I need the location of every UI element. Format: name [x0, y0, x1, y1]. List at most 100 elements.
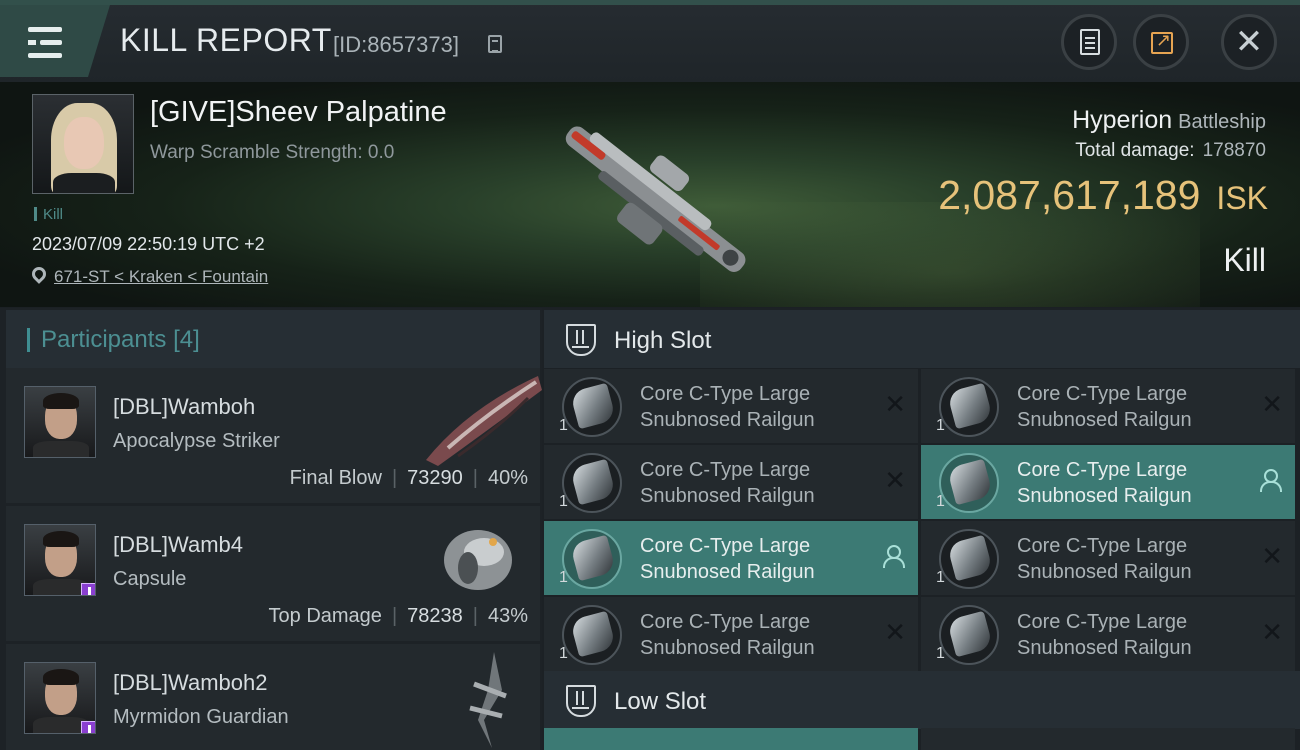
menu-button[interactable] [0, 5, 110, 77]
victim-ship-image [565, 126, 746, 272]
isk-amount: 2,087,617,189 [938, 172, 1201, 218]
participant-name[interactable]: [DBL]Wamboh [113, 394, 255, 420]
item-name: Core C-Type Large Snubnosed Railgun [640, 535, 815, 583]
destroyed-icon: ✕ [884, 466, 906, 496]
participant-ship: Apocalypse Striker [113, 430, 280, 452]
ship-name[interactable]: Hyperion [1072, 106, 1172, 134]
low-slot-label: Low Slot [614, 688, 707, 715]
share-icon [1151, 30, 1173, 54]
total-damage-value: 178870 [1202, 140, 1266, 161]
slot-item[interactable]: 1 Core C-Type Large Snubnosed Railgun [921, 445, 1295, 519]
item-name: Core C-Type Large Snubnosed Railgun [1017, 535, 1192, 583]
item-quantity: 1 [559, 493, 568, 510]
kill-datetime: 2023/07/09 22:50:19 UTC +2 [32, 234, 265, 254]
participants-panel: Participants [4] [DBL]Wamboh Apocalypse … [0, 308, 542, 750]
item-quantity: 1 [936, 569, 945, 586]
item-name: Core C-Type Large Snubnosed Railgun [1017, 459, 1192, 507]
low-slot-icon [566, 685, 596, 717]
copy-id-icon[interactable] [488, 35, 502, 53]
destroyed-icon: ✕ [1261, 542, 1283, 572]
close-icon: ✕ [1234, 22, 1264, 62]
item-name: Core C-Type Large Snubnosed Railgun [640, 383, 815, 431]
low-slot-header: Low Slot [544, 671, 1300, 729]
participants-count: [4] [173, 326, 200, 353]
item-quantity: 1 [936, 417, 945, 434]
dropped-person-icon [1259, 469, 1282, 492]
close-button[interactable]: ✕ [1221, 14, 1277, 70]
ship-class: Battleship [1178, 111, 1266, 133]
participant-ship-image [469, 652, 507, 748]
kill-tag: Kill [34, 206, 63, 223]
participant-name[interactable]: [DBL]Wamboh2 [113, 670, 267, 696]
destroyed-icon: ✕ [884, 390, 906, 420]
stat-label: Top Damage [268, 605, 382, 627]
damage-value: 78238 [407, 605, 463, 627]
menu-icon [28, 27, 62, 32]
clipboard-button[interactable] [1061, 14, 1117, 70]
participant-ship: Myrmidon Guardian [113, 706, 289, 728]
slot-item[interactable] [921, 728, 1295, 750]
corp-badge-icon [81, 583, 95, 595]
total-damage: Total damage: 178870 [1075, 140, 1266, 162]
warp-scramble-strength: Warp Scramble Strength: 0.0 [150, 142, 395, 163]
participant-ship-image [426, 376, 542, 466]
slot-item[interactable]: 1 Core C-Type Large Snubnosed Railgun ✕ [921, 521, 1295, 595]
report-id: [ID:8657373] [333, 32, 459, 57]
item-name: Core C-Type Large Snubnosed Railgun [640, 611, 815, 659]
slot-item[interactable]: 1 Core C-Type Large Snubnosed Railgun ✕ [921, 597, 1295, 671]
destroyed-icon: ✕ [1261, 390, 1283, 420]
avatar[interactable] [24, 386, 96, 458]
location-pin-icon [29, 264, 49, 284]
item-quantity: 1 [559, 417, 568, 434]
fitting-slots-panel: High Slot 1 Core C-Type Large Snubnosed R… [542, 308, 1300, 750]
total-damage-label: Total damage: [1075, 140, 1195, 161]
item-name: Core C-Type Large Snubnosed Railgun [1017, 611, 1192, 659]
item-quantity: 1 [936, 645, 945, 662]
item-quantity: 1 [936, 493, 945, 510]
victim-avatar[interactable] [32, 94, 134, 194]
kill-location-link[interactable]: 671-ST < Kraken < Fountain [54, 267, 268, 287]
damage-percent: 43% [487, 605, 528, 627]
slot-item[interactable]: 1 Core C-Type Large Snubnosed Railgun ✕ [544, 597, 918, 671]
victim-name[interactable]: [GIVE]Sheev Palpatine [150, 96, 447, 129]
slot-item[interactable]: 1 Core C-Type Large Snubnosed Railgun ✕ [921, 369, 1295, 443]
destroyed-icon: ✕ [1261, 618, 1283, 648]
damage-percent: 40% [487, 467, 528, 489]
isk-unit: ISK [1216, 180, 1268, 216]
participant-row[interactable]: [DBL]Wamboh Apocalypse Striker Final Blo… [6, 368, 542, 503]
header-bar: KILL REPORT [ID:8657373] ✕ [0, 0, 1300, 82]
slot-item[interactable]: 1 Core C-Type Large Snubnosed Railgun ✕ [544, 369, 918, 443]
participant-name[interactable]: [DBL]Wamb4 [113, 532, 243, 558]
kill-result: Kill [1223, 242, 1266, 278]
corp-badge-icon [81, 721, 95, 733]
slot-item[interactable]: 1 Core C-Type Large Snubnosed Railgun ✕ [544, 445, 918, 519]
victim-banner: [GIVE]Sheev Palpatine Warp Scramble Stre… [0, 82, 1300, 307]
low-slot-items [544, 728, 1300, 750]
participant-ship-image [444, 530, 512, 590]
share-button[interactable] [1133, 14, 1189, 70]
avatar[interactable] [24, 524, 96, 596]
item-name: Core C-Type Large Snubnosed Railgun [1017, 383, 1192, 431]
clipboard-icon [1080, 29, 1100, 55]
stat-label: Final Blow [289, 467, 382, 489]
isk-value: 2,087,617,189 ISK [938, 172, 1268, 219]
participant-stats: Top Damage | 78238 | 43% [268, 605, 528, 627]
participant-row[interactable]: [DBL]Wamb4 Capsule Top Damage | 78238 | 43% [6, 506, 540, 641]
participant-stats: Final Blow | 73290 | 40% [289, 467, 528, 489]
high-slot-label: High Slot [614, 327, 712, 354]
slot-item[interactable] [544, 728, 918, 750]
dropped-person-icon [882, 545, 905, 568]
slot-item[interactable]: 1 Core C-Type Large Snubnosed Railgun [544, 521, 918, 595]
participant-row[interactable]: [DBL]Wamboh2 Myrmidon Guardian [6, 644, 540, 750]
avatar[interactable] [24, 662, 96, 734]
high-slot-icon [566, 324, 596, 356]
page-title: KILL REPORT [120, 22, 332, 58]
item-quantity: 1 [559, 645, 568, 662]
item-name: Core C-Type Large Snubnosed Railgun [640, 459, 815, 507]
participants-label: Participants [41, 326, 167, 353]
high-slot-header: High Slot [544, 310, 1300, 368]
participants-header: Participants [4] [6, 310, 540, 368]
ship-type: Hyperion Battleship [1072, 106, 1266, 135]
destroyed-icon: ✕ [884, 618, 906, 648]
header-accent-line [0, 0, 1300, 5]
